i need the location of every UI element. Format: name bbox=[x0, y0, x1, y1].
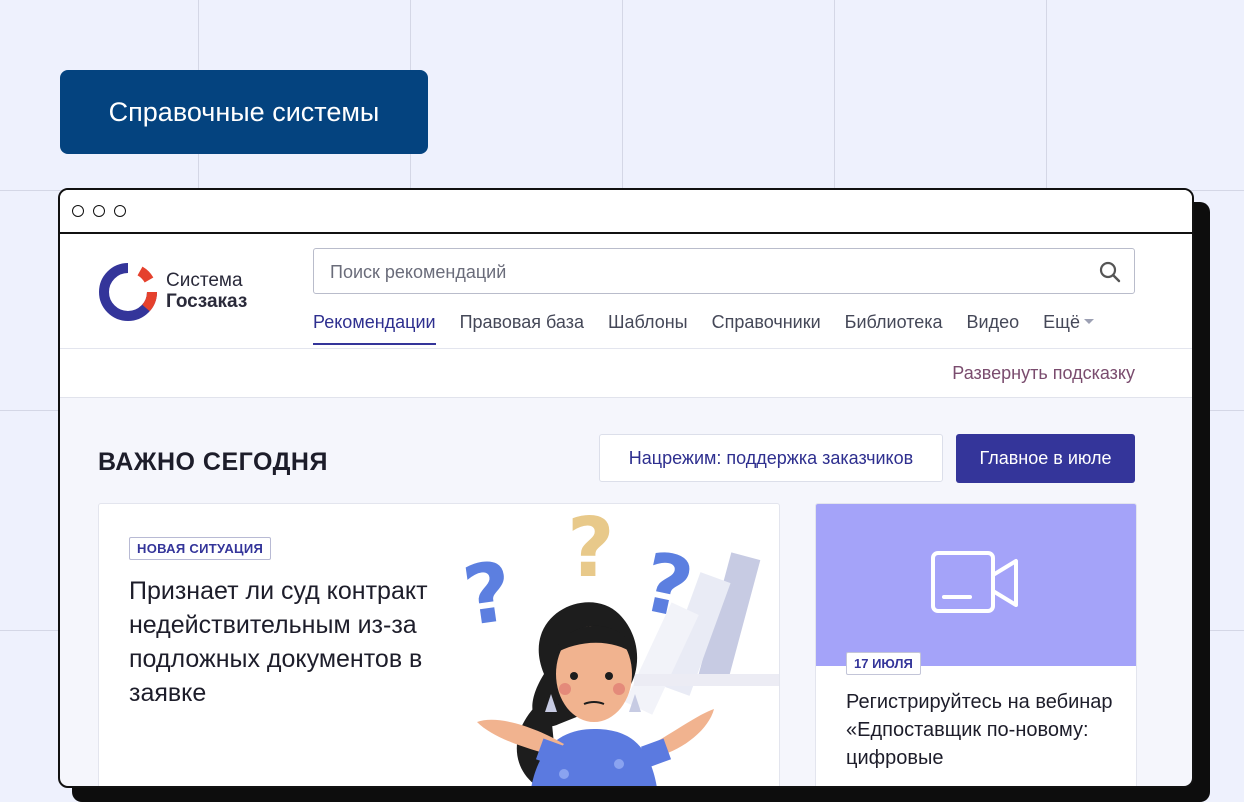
nav-item-library[interactable]: Библиотека bbox=[845, 312, 943, 345]
site-header: Система Госзаказ Рекомендации Правовая б… bbox=[60, 234, 1192, 349]
video-camera-icon bbox=[931, 551, 1018, 613]
window-dot bbox=[114, 205, 126, 217]
july-highlights-button[interactable]: Главное в июле bbox=[956, 434, 1135, 483]
search-input[interactable] bbox=[328, 249, 1092, 295]
section-badge: Справочные системы bbox=[60, 70, 428, 154]
card-tag: НОВАЯ СИТУАЦИЯ bbox=[129, 537, 272, 560]
logo-line1: Система bbox=[166, 270, 243, 291]
window-dot bbox=[72, 205, 84, 217]
hint-bar: Развернуть подсказку bbox=[60, 349, 1192, 398]
date-tag: 17 ИЮЛЯ bbox=[846, 652, 921, 675]
window-dot bbox=[93, 205, 105, 217]
search-box bbox=[313, 248, 1135, 295]
svg-text:?: ? bbox=[567, 504, 615, 596]
section-title: ВАЖНО СЕГОДНЯ bbox=[98, 448, 328, 476]
logo-line2: Госзаказ bbox=[166, 291, 248, 312]
logo-icon[interactable] bbox=[98, 262, 158, 322]
nav-item-video[interactable]: Видео bbox=[967, 312, 1020, 345]
nav-item-templates[interactable]: Шаблоны bbox=[608, 312, 688, 345]
svg-text:?: ? bbox=[458, 544, 518, 645]
window-titlebar bbox=[60, 190, 1192, 234]
browser-window: Система Госзаказ Рекомендации Правовая б… bbox=[58, 188, 1194, 788]
webinar-text[interactable]: Регистрируйтесь на вебинар «Едпоставщик … bbox=[846, 688, 1116, 772]
nav-item-more[interactable]: Ещё bbox=[1043, 312, 1094, 345]
search-icon[interactable] bbox=[1098, 260, 1122, 284]
support-button[interactable]: Нацрежим: поддержка заказчиков bbox=[599, 434, 943, 482]
main-nav: Рекомендации Правовая база Шаблоны Справ… bbox=[313, 312, 1118, 345]
expand-hint-link[interactable]: Развернуть подсказку bbox=[952, 363, 1135, 384]
confused-woman-illustration: ? ? ? bbox=[458, 504, 779, 786]
nav-more-label: Ещё bbox=[1043, 312, 1080, 332]
video-thumbnail[interactable] bbox=[816, 504, 1136, 666]
webinar-card[interactable]: 17 ИЮЛЯ Регистрируйтесь на вебинар «Едпо… bbox=[815, 503, 1137, 786]
nav-item-legal-base[interactable]: Правовая база bbox=[460, 312, 584, 345]
chevron-down-icon bbox=[1083, 319, 1094, 325]
situation-card[interactable]: НОВАЯ СИТУАЦИЯ Признает ли суд контракт … bbox=[98, 503, 780, 786]
nav-item-recommendations[interactable]: Рекомендации bbox=[313, 312, 436, 345]
nav-item-reference[interactable]: Справочники bbox=[712, 312, 821, 345]
logo-text[interactable]: Система Госзаказ bbox=[166, 270, 247, 312]
